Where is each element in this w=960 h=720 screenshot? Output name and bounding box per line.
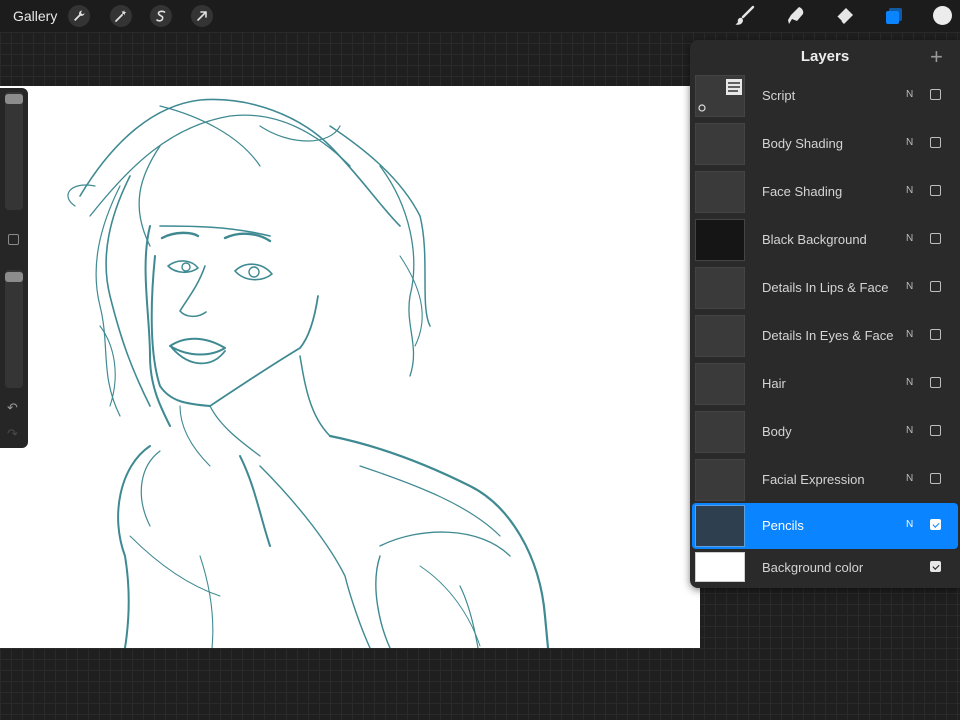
layer-name: Details In Eyes & Face xyxy=(762,328,894,343)
pencil-sketch xyxy=(67,98,550,648)
blend-mode-button[interactable]: N xyxy=(906,89,913,100)
visibility-checkbox[interactable] xyxy=(930,281,941,292)
layer-thumbnail xyxy=(695,75,745,117)
visibility-checkbox[interactable] xyxy=(930,329,941,340)
add-layer-button[interactable]: + xyxy=(930,44,943,70)
visibility-checkbox[interactable] xyxy=(930,89,941,100)
blend-mode-button[interactable]: N xyxy=(906,233,913,244)
visibility-checkbox[interactable] xyxy=(930,425,941,436)
layer-thumbnail xyxy=(695,267,745,309)
layer-thumbnail xyxy=(695,219,745,261)
smudge-icon[interactable] xyxy=(784,4,808,28)
modify-button[interactable] xyxy=(8,234,19,245)
blend-mode-button[interactable]: N xyxy=(906,377,913,388)
eraser-icon[interactable] xyxy=(832,4,856,28)
visibility-checkbox[interactable] xyxy=(930,377,941,388)
blend-mode-button[interactable]: N xyxy=(906,281,913,292)
visibility-checkbox[interactable] xyxy=(930,137,941,148)
layer-thumbnail xyxy=(695,123,745,165)
magic-wand-icon[interactable] xyxy=(110,5,132,27)
top-toolbar: Gallery xyxy=(0,0,960,32)
layers-icon[interactable] xyxy=(882,4,906,28)
blend-mode-button[interactable]: N xyxy=(906,185,913,196)
drawing-canvas[interactable] xyxy=(0,86,700,648)
visibility-checkbox[interactable] xyxy=(930,561,941,572)
layers-panel-title: Layers xyxy=(800,48,850,65)
wrench-icon[interactable] xyxy=(68,5,90,27)
layer-name: Background color xyxy=(762,560,864,575)
visibility-checkbox[interactable] xyxy=(930,185,941,196)
undo-icon[interactable]: ↶ xyxy=(7,400,18,416)
visibility-checkbox[interactable] xyxy=(930,519,941,530)
brush-size-slider-thumb[interactable] xyxy=(5,94,23,104)
layer-name: Body Shading xyxy=(762,136,843,151)
layer-thumbnail xyxy=(695,459,745,501)
layer-row-script[interactable]: Script N xyxy=(692,73,958,119)
layer-thumbnail xyxy=(695,315,745,357)
layer-name: Script xyxy=(762,88,796,103)
gallery-button[interactable]: Gallery xyxy=(13,8,57,24)
brush-size-slider[interactable] xyxy=(5,92,23,210)
layer-name: Hair xyxy=(762,376,786,391)
layer-thumbnail xyxy=(695,363,745,405)
layer-name: Pencils xyxy=(762,518,804,533)
color-swatch-button[interactable] xyxy=(933,6,952,25)
layer-row-details-lips-face[interactable]: Details In Lips & Face N xyxy=(692,265,958,311)
visibility-checkbox[interactable] xyxy=(930,473,941,484)
blend-mode-button[interactable]: N xyxy=(906,137,913,148)
layer-thumbnail xyxy=(695,505,745,547)
redo-icon[interactable]: ↷ xyxy=(7,426,18,442)
layer-row-background-color[interactable]: Background color xyxy=(692,550,958,596)
layer-row-hair[interactable]: Hair N xyxy=(692,361,958,407)
layer-row-pencils[interactable]: Pencils N xyxy=(692,503,958,549)
layer-thumbnail xyxy=(695,411,745,453)
selection-icon[interactable] xyxy=(150,5,172,27)
background-color-swatch[interactable] xyxy=(695,552,745,582)
transform-arrow-icon[interactable] xyxy=(191,5,213,27)
layer-row-details-eyes-face[interactable]: Details In Eyes & Face N xyxy=(692,313,958,359)
layer-row-face-shading[interactable]: Face Shading N xyxy=(692,169,958,215)
layer-name: Body xyxy=(762,424,792,439)
layer-row-facial-expression[interactable]: Facial Expression N xyxy=(692,457,958,503)
layer-name: Black Background xyxy=(762,232,867,247)
opacity-slider[interactable] xyxy=(5,270,23,388)
opacity-slider-thumb[interactable] xyxy=(5,272,23,282)
layer-row-black-background[interactable]: Black Background N xyxy=(692,217,958,263)
layer-name: Facial Expression xyxy=(762,472,865,487)
layer-name: Details In Lips & Face xyxy=(762,280,889,295)
blend-mode-button[interactable]: N xyxy=(906,329,913,340)
blend-mode-button[interactable]: N xyxy=(906,519,913,530)
brush-icon[interactable] xyxy=(733,4,757,28)
visibility-checkbox[interactable] xyxy=(930,233,941,244)
blend-mode-button[interactable]: N xyxy=(906,425,913,436)
layer-row-body[interactable]: Body N xyxy=(692,409,958,455)
blend-mode-button[interactable]: N xyxy=(906,473,913,484)
layer-row-body-shading[interactable]: Body Shading N xyxy=(692,121,958,167)
layer-thumbnail xyxy=(695,171,745,213)
layer-name: Face Shading xyxy=(762,184,843,199)
left-sidebar: ↶ ↷ xyxy=(0,88,28,448)
layers-panel: Layers + Script N Body Shading N Face Sh… xyxy=(690,40,960,588)
